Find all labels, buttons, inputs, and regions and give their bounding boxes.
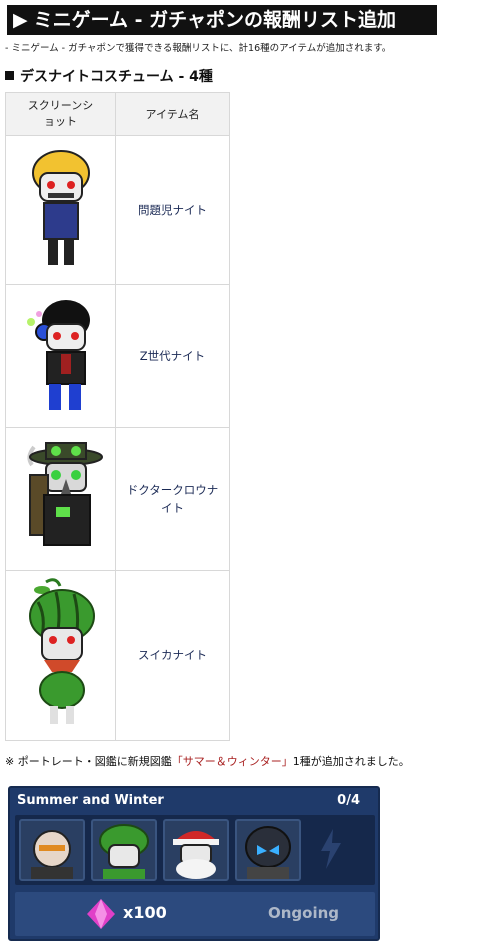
square-bullet-icon — [5, 71, 14, 80]
doctor-crow-knight-figure — [26, 441, 103, 546]
collection-slot — [19, 819, 85, 881]
table-row: 問題児ナイト — [5, 135, 230, 285]
collection-slot — [163, 819, 229, 881]
header-item-name: アイテム名 — [115, 92, 230, 136]
reward-bar: x100 Ongoing — [15, 892, 375, 936]
item-name: スイカナイト — [115, 570, 230, 741]
collection-slot — [91, 819, 157, 881]
table-row: Z世代ナイト — [5, 284, 230, 428]
table-row: スイカナイト — [5, 570, 230, 741]
problem-child-knight-figure — [31, 150, 90, 265]
status-label: Ongoing — [267, 904, 339, 922]
reward-amount: x100 — [123, 903, 167, 922]
collection-panel: Summer and Winter 0/4 x100 Ongoing — [8, 786, 380, 941]
page-title: ▶ ミニゲーム - ガチャポンの報酬リスト追加 — [7, 5, 437, 35]
section-heading: デスナイトコスチューム - 4種 — [5, 66, 213, 86]
costume-image — [5, 427, 116, 571]
costume-table: スクリーンショット アイテム名 問題児ナイト Z世代ナイト ドクタークロウナイト… — [5, 92, 230, 741]
santa-skeleton-portrait — [173, 831, 219, 879]
costume-image — [5, 135, 116, 285]
item-name: 問題児ナイト — [115, 135, 230, 285]
collection-slots — [15, 815, 375, 885]
collection-note: ※ ポートレート・図鑑に新規図鑑「サマー＆ウィンター」1種が追加されました。 — [5, 755, 410, 768]
costume-image — [5, 570, 116, 741]
bald-skeleton-portrait — [31, 830, 73, 879]
gem-icon — [87, 899, 115, 929]
costume-image — [5, 284, 116, 428]
watermelon-knight-portrait — [99, 824, 149, 879]
collection-slot — [235, 819, 301, 881]
collection-progress-count: 0/4 — [337, 793, 360, 808]
gen-z-knight-figure — [26, 299, 90, 410]
lightning-decoration-icon — [321, 829, 341, 869]
description-text: - ミニゲーム - ガチャポンで獲得できる報酬リストに、計16種のアイテムが追加… — [5, 43, 392, 54]
table-row: ドクタークロウナイト — [5, 427, 230, 571]
play-triangle-icon: ▶ — [13, 9, 28, 31]
item-name: Z世代ナイト — [115, 284, 230, 428]
watermelon-knight-figure — [28, 578, 95, 724]
dark-armor-knight-portrait — [245, 826, 291, 879]
collection-title: Summer and Winter — [17, 793, 164, 808]
item-name: ドクタークロウナイト — [115, 427, 230, 571]
header-screenshot: スクリーンショット — [5, 92, 116, 136]
